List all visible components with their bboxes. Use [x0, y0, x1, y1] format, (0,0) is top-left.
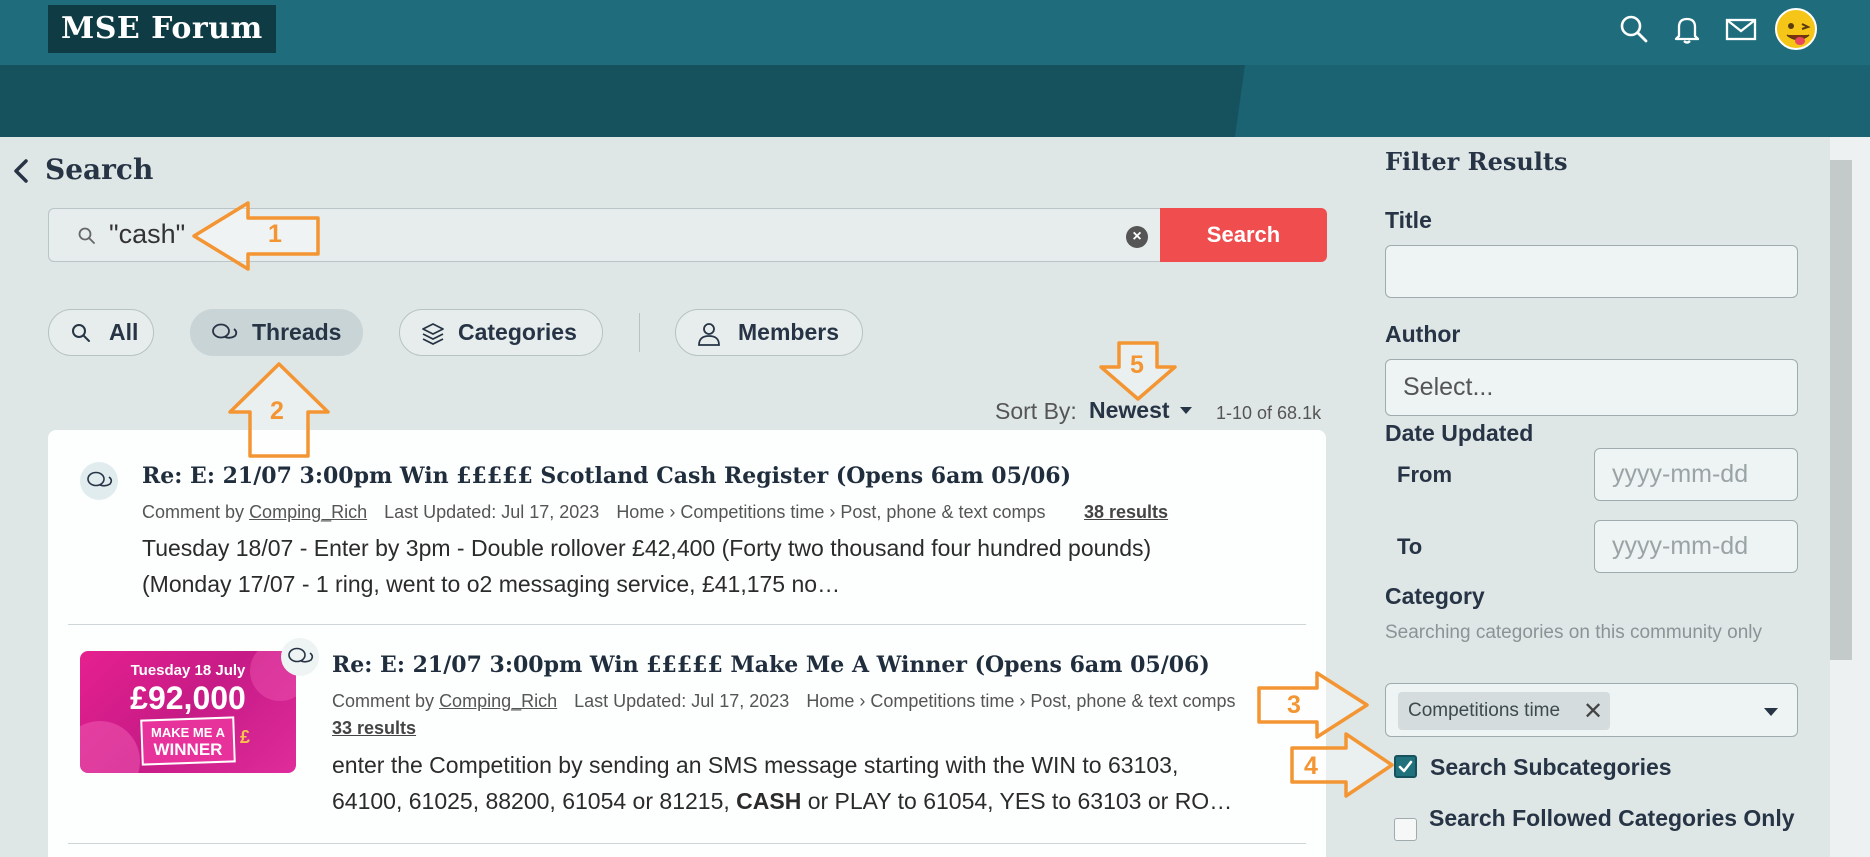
discussion-icon [80, 462, 118, 500]
snippet-text: or PLAY to 61054, YES to 63103 or RO… [801, 788, 1233, 814]
annotation-number: 5 [1130, 351, 1144, 379]
svg-text:£: £ [240, 727, 250, 747]
to-label: To [1397, 534, 1423, 559]
filter-title: Filter Results [1385, 147, 1568, 176]
result-snippet: (Monday 17/07 - 1 ring, went to o2 messa… [142, 571, 841, 597]
updated-date: Last Updated: Jul 17, 2023 [384, 502, 600, 522]
tab-separator [639, 313, 640, 352]
tab-label: Members [738, 319, 839, 345]
tab-label: Threads [252, 319, 342, 345]
title-label: Title [1385, 207, 1432, 233]
result-title[interactable]: Re: E: 21/07 3:00pm Win £££££ Make Me A … [332, 652, 1210, 678]
tab-threads[interactable]: Threads [190, 309, 363, 356]
title-field[interactable] [1385, 245, 1798, 298]
annotation-number: 2 [270, 397, 284, 425]
results-count-link[interactable]: 33 results [332, 718, 416, 739]
thumb-line4: WINNER [154, 740, 223, 759]
tab-label: All [109, 319, 139, 345]
mail-icon[interactable] [1724, 12, 1758, 46]
author-link[interactable]: Comping_Rich [439, 691, 557, 711]
result-snippet: 64100, 61025, 88200, 61054 or 81215, CAS… [332, 783, 1232, 819]
search-icon [78, 227, 95, 244]
discussion-icon [281, 638, 319, 676]
top-header [0, 0, 1870, 65]
search-subcategories-label[interactable]: Search Subcategories [1430, 756, 1672, 779]
followed-only-label[interactable]: Search Followed Categories Only [1429, 807, 1809, 830]
from-label: From [1397, 462, 1452, 487]
checkmark-icon [1398, 760, 1413, 773]
divider [68, 624, 1306, 625]
updated-date: Last Updated: Jul 17, 2023 [574, 691, 790, 711]
result-meta: Comment by Comping_Rich Last Updated: Ju… [142, 502, 1045, 523]
author-link[interactable]: Comping_Rich [249, 502, 367, 522]
annotation-number: 4 [1304, 752, 1318, 780]
author-label: Author [1385, 321, 1461, 347]
avatar[interactable] [1775, 8, 1817, 50]
thumb-line3: MAKE ME A [151, 725, 226, 740]
clear-icon[interactable]: × [1126, 226, 1148, 248]
tab-all[interactable]: All [48, 309, 154, 356]
search-button[interactable]: Search [1160, 208, 1327, 262]
result-count: 1-10 of 68.1k [1216, 403, 1322, 423]
author-select[interactable]: Select... [1385, 359, 1798, 416]
from-date-field[interactable]: yyyy-mm-dd [1594, 448, 1798, 501]
tab-categories[interactable]: Categories [399, 309, 603, 356]
scrollbar-thumb[interactable] [1830, 160, 1852, 660]
page-title: Search [45, 153, 154, 186]
tab-label: Categories [458, 319, 577, 345]
annotation-arrow-1 [192, 201, 320, 271]
snippet-text: 64100, 61025, 88200, 61054 or 81215, [332, 788, 737, 814]
category-label: Category [1385, 583, 1485, 609]
comment-by-label: Comment by [142, 502, 245, 522]
followed-only-checkbox[interactable] [1394, 818, 1417, 841]
annotation-number: 1 [268, 220, 282, 248]
thumb-date: Tuesday 18 July [131, 662, 246, 679]
to-date-field[interactable]: yyyy-mm-dd [1594, 520, 1798, 573]
layers-icon [422, 323, 444, 346]
site-logo[interactable]: MSE Forum [48, 5, 276, 53]
divider [68, 843, 1306, 844]
result-snippet: enter the Competition by sending an SMS … [332, 752, 1179, 778]
result-thumbnail[interactable]: Tuesday 18 July £92,000 MAKE ME A WINNER… [80, 651, 296, 773]
snippet-highlight: CASH [736, 788, 802, 814]
category-chip: Competitions time [1398, 692, 1610, 730]
comment-by-label: Comment by [332, 691, 435, 711]
brand-banner [0, 65, 1870, 137]
search-icon[interactable] [1617, 12, 1651, 46]
breadcrumb[interactable]: Home › Competitions time › Post, phone &… [806, 691, 1235, 711]
search-icon [72, 324, 90, 342]
search-query-text[interactable]: "cash" [109, 219, 185, 250]
tab-members[interactable]: Members [675, 309, 863, 356]
annotation-number: 3 [1287, 691, 1301, 719]
date-updated-label: Date Updated [1385, 420, 1534, 446]
category-help-text: Searching categories on this community o… [1385, 622, 1763, 643]
search-subcategories-checkbox[interactable] [1394, 755, 1417, 778]
result-meta: Comment by Comping_Rich Last Updated: Ju… [332, 691, 1235, 712]
caret-down-icon[interactable] [1180, 407, 1192, 414]
chevron-left-icon[interactable] [12, 158, 30, 184]
sort-label: Sort By: [995, 398, 1077, 424]
close-icon[interactable]: ✕ [1583, 697, 1603, 726]
chevron-down-icon[interactable] [1764, 708, 1778, 716]
user-icon [698, 323, 720, 346]
result-snippet: Tuesday 18/07 - Enter by 3pm - Double ro… [142, 535, 1152, 561]
discussion-icon [212, 323, 238, 339]
result-title[interactable]: Re: E: 21/07 3:00pm Win £££££ Scotland C… [142, 463, 1071, 489]
breadcrumb[interactable]: Home › Competitions time › Post, phone &… [616, 502, 1045, 522]
results-count-link[interactable]: 38 results [1084, 502, 1168, 523]
thumb-amount: £92,000 [130, 680, 246, 716]
bell-icon[interactable] [1670, 12, 1704, 46]
